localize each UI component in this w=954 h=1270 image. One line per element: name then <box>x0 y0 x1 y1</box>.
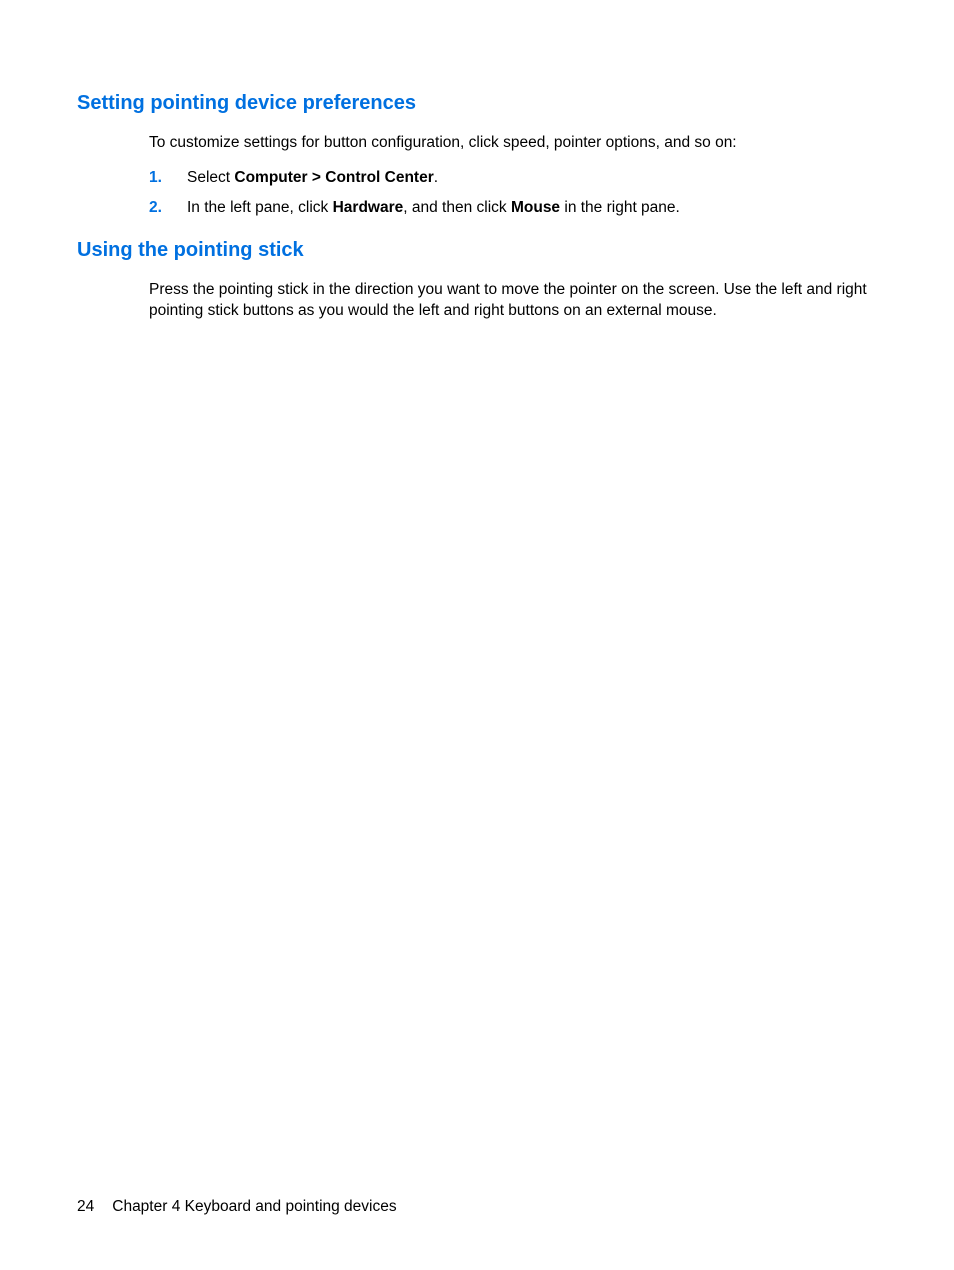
page-content: Setting pointing device preferences To c… <box>0 0 954 322</box>
section-heading-pointing-stick: Using the pointing stick <box>77 239 877 262</box>
chapter-label: Chapter 4 Keyboard and pointing devices <box>112 1198 396 1215</box>
steps-list: 1. Select Computer > Control Center. 2. … <box>149 168 877 219</box>
intro-text: To customize settings for button configu… <box>149 133 877 154</box>
step-text: In the left pane, click Hardware, and th… <box>187 198 877 219</box>
step-number: 2. <box>149 198 187 219</box>
page-number: 24 <box>77 1198 94 1215</box>
page-footer: 24 Chapter 4 Keyboard and pointing device… <box>77 1198 397 1216</box>
body-text: Press the pointing stick in the directio… <box>149 280 877 322</box>
list-item: 2. In the left pane, click Hardware, and… <box>149 198 877 219</box>
list-item: 1. Select Computer > Control Center. <box>149 168 877 189</box>
section-heading-preferences: Setting pointing device preferences <box>77 92 877 115</box>
step-text: Select Computer > Control Center. <box>187 168 877 189</box>
step-number: 1. <box>149 168 187 189</box>
